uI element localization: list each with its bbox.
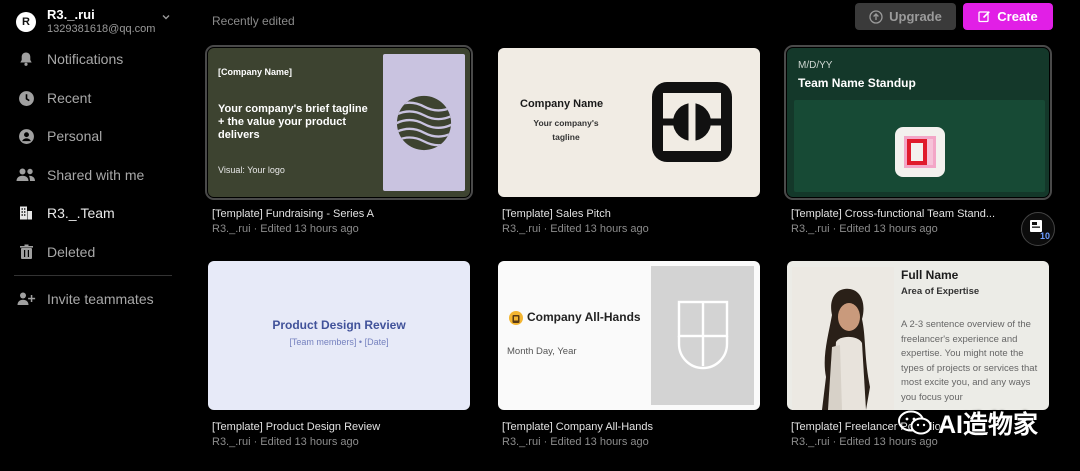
thumb-name: Full Name (901, 268, 959, 282)
bell-icon (16, 49, 36, 69)
portrait-photo (792, 267, 894, 410)
sidebar-divider (14, 275, 172, 276)
thumb-logo-panel (383, 54, 465, 191)
chevron-down-icon (162, 15, 170, 20)
create-label: Create (997, 9, 1038, 24)
standup-logo-icon (895, 127, 945, 177)
thumb-tagline: Your company's brief tagline + the value… (218, 103, 368, 141)
invite-teammates-button[interactable]: Invite teammates (16, 287, 176, 311)
sidebar: R R3._.rui 1329381618@qq.com Notificatio… (0, 0, 190, 471)
card-title[interactable]: [Template] Fundraising - Series A (212, 208, 470, 220)
thumb-description: A 2-3 sentence overview of the freelance… (901, 319, 1038, 403)
thumb-date: Month Day, Year (507, 346, 577, 357)
trash-icon (16, 242, 36, 262)
card-meta: R3._.rui · Edited 13 hours ago (502, 223, 649, 235)
nav-label: Personal (47, 128, 103, 144)
card-title[interactable]: [Template] Cross-functional Team Stand..… (791, 208, 1049, 220)
square-logo-icon (652, 82, 732, 162)
nav-team[interactable]: R3._.Team (16, 201, 176, 225)
card-title[interactable]: [Template] Company All-Hands (502, 421, 760, 433)
card-thumbnail[interactable]: Company All-Hands Month Day, Year (498, 261, 760, 410)
card-thumbnail[interactable]: Company Name Your company's tagline (498, 48, 760, 197)
card-thumbnail[interactable]: Full Name Area of Expertise A 2-3 senten… (787, 261, 1049, 410)
thumb-company: [Company Name] (218, 67, 293, 77)
nav-label: Invite teammates (47, 291, 154, 307)
card-meta: R3._.rui · Edited 13 hours ago (212, 223, 359, 235)
nav-notifications[interactable]: Notifications (16, 47, 176, 71)
arrow-up-circle-icon (869, 9, 883, 24)
create-button[interactable]: Create (963, 3, 1053, 30)
card-meta: R3._.rui · Edited 13 hours ago (212, 436, 359, 448)
account-name: R3._.rui (47, 7, 95, 22)
thumb-area: Area of Expertise (901, 286, 980, 297)
thumb-logo-panel (651, 266, 754, 405)
thumb-tagline: Your company's tagline (533, 118, 599, 142)
add-user-icon (16, 289, 36, 309)
nav-personal[interactable]: Personal (16, 124, 176, 148)
building-icon (16, 203, 36, 223)
thumb-content-area (794, 100, 1045, 192)
thumb-title: Company All-Hands (527, 310, 641, 324)
nav-shared-with-me[interactable]: Shared with me (16, 163, 176, 187)
card-thumbnail[interactable]: Product Design Review [Team members] • [… (208, 261, 470, 410)
nav-label: Notifications (47, 51, 124, 67)
clock-icon (16, 88, 36, 108)
avatar: R (16, 12, 36, 32)
card-meta: R3._.rui · Edited 13 hours ago (502, 436, 649, 448)
thumb-subtitle: [Team members] • [Date] (289, 337, 389, 347)
nav-label: Recent (47, 90, 92, 106)
card-thumbnail[interactable]: [Company Name] Your company's brief tagl… (205, 45, 473, 200)
watermark: AI造物家 (898, 408, 1039, 439)
collaborators-badge[interactable]: 10 (1021, 212, 1055, 246)
collaborators-count: 10 (1040, 231, 1051, 241)
thumb-date: M/D/YY (798, 60, 833, 71)
nav-deleted[interactable]: Deleted (16, 240, 176, 264)
nav-label: Shared with me (47, 167, 145, 183)
card-thumbnail[interactable]: M/D/YY Team Name Standup (784, 45, 1052, 200)
card-title[interactable]: [Template] Product Design Review (212, 421, 470, 433)
upgrade-button[interactable]: Upgrade (855, 3, 956, 30)
watermark-text: AI造物家 (938, 411, 1039, 439)
account-email: 1329381618@qq.com (47, 23, 156, 35)
nav-label: R3._.Team (47, 205, 115, 221)
upgrade-label: Upgrade (889, 9, 942, 24)
thumb-visual-note: Visual: Your logo (218, 165, 285, 175)
wave-logo-icon (396, 95, 452, 151)
edit-icon (978, 11, 991, 23)
thumb-title: Team Name Standup (798, 76, 916, 90)
emoji-icon (509, 311, 523, 325)
nav-recent[interactable]: Recent (16, 86, 176, 110)
person-portrait-icon (792, 267, 894, 410)
user-icon (16, 126, 36, 146)
wechat-icon (898, 410, 932, 435)
card-title[interactable]: [Template] Sales Pitch (502, 208, 760, 220)
thumb-company: Company Name (520, 98, 604, 110)
account-switcher[interactable]: R R3._.rui 1329381618@qq.com (14, 6, 174, 38)
people-icon (16, 165, 36, 185)
thumb-title: Product Design Review (272, 318, 406, 332)
nav-label: Deleted (47, 244, 96, 260)
card-meta: R3._.rui · Edited 13 hours ago (791, 223, 938, 235)
section-heading: Recently edited (212, 14, 295, 28)
grid-logo-icon (677, 300, 729, 370)
